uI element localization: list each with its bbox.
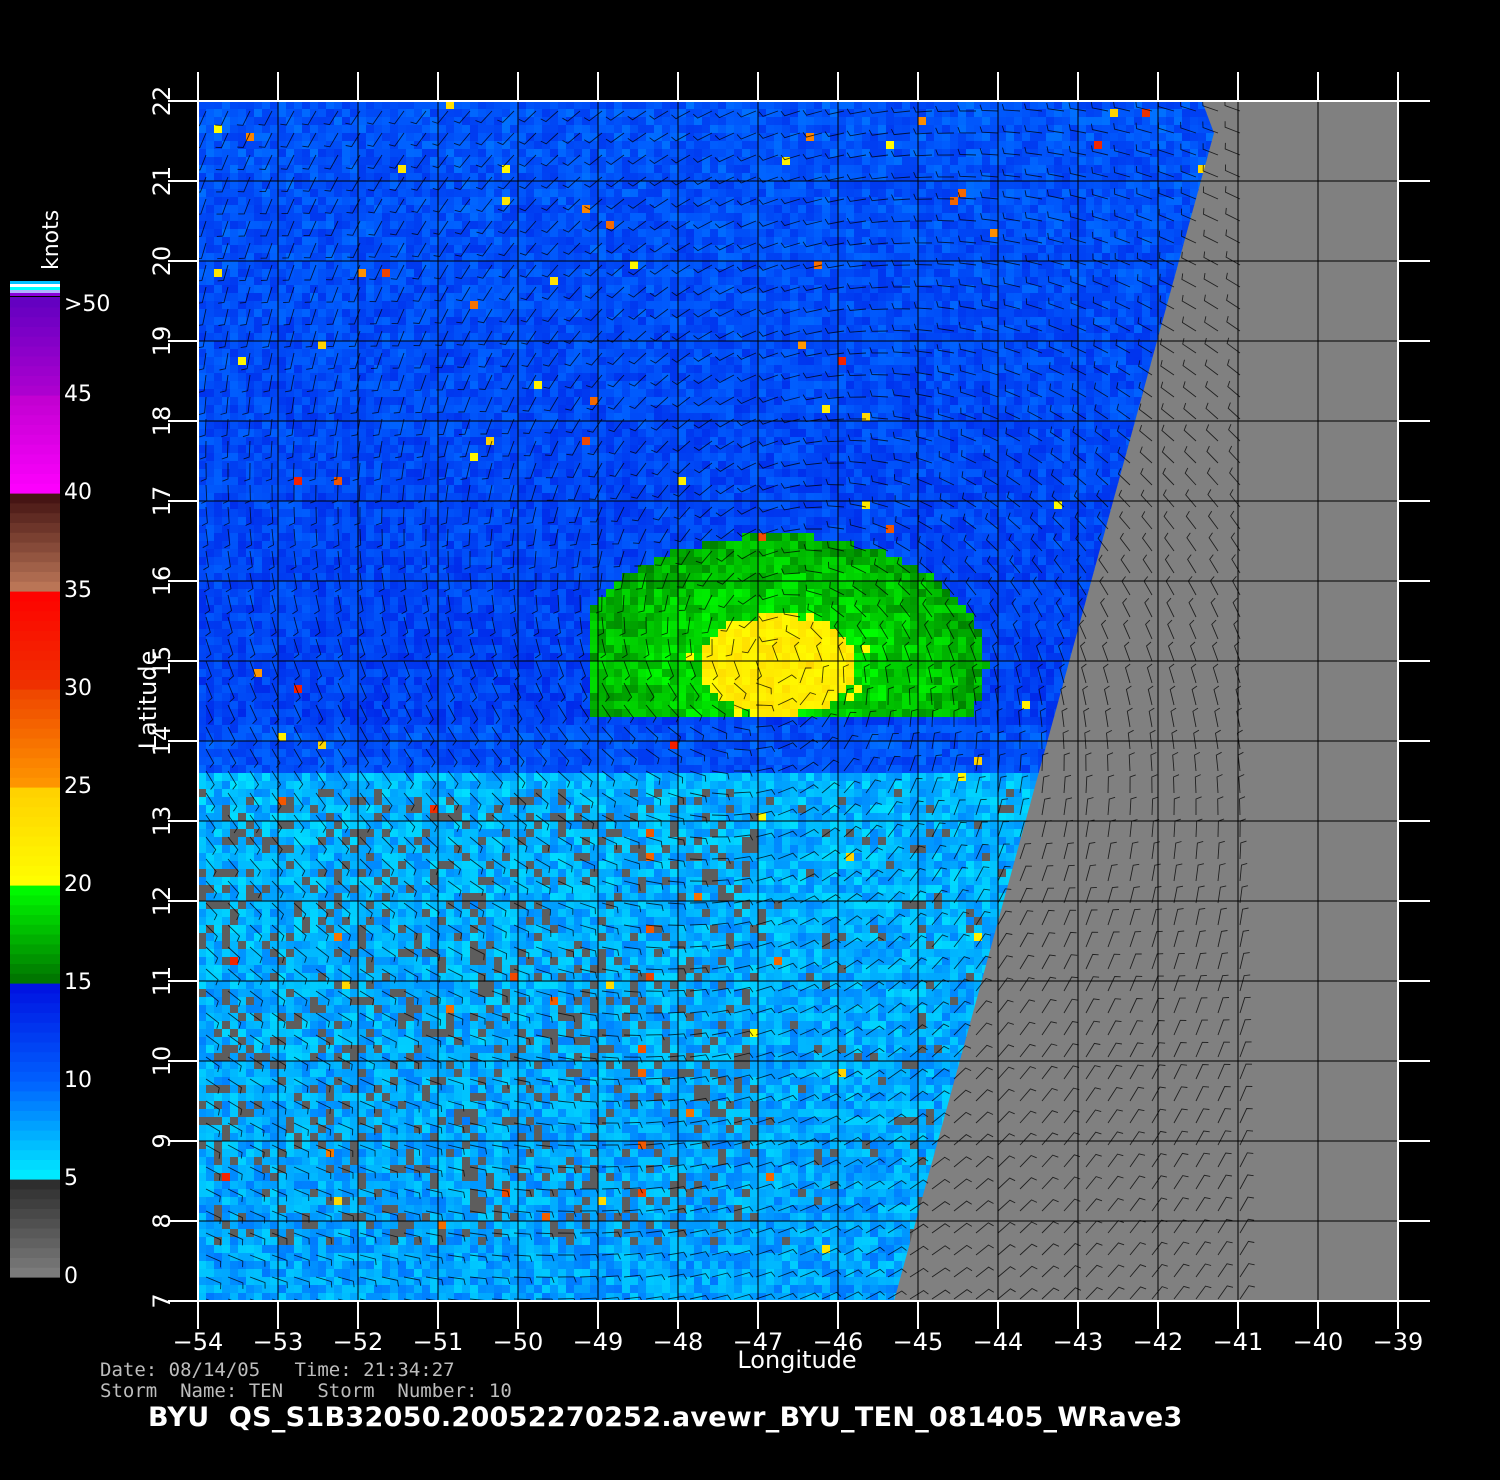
plot-area [198,101,1398,1301]
lon-tick-label: −44 [973,1328,1024,1356]
lon-tick-label: −50 [493,1328,544,1356]
lon-tick-label: −53 [253,1328,304,1356]
file-name: BYU QS_S1B32050.20052270252.avewr_BYU_TE… [148,1402,1183,1433]
lat-tick-label: 19 [148,326,176,357]
colorbar-unit: knots [39,210,64,270]
lon-tick-label: −51 [413,1328,464,1356]
colorbar-tick-label: 25 [64,774,92,799]
lon-tick-label: −45 [893,1328,944,1356]
colorbar-tick-label: 15 [64,970,92,995]
x-axis-title: Longitude [737,1346,856,1374]
lon-tick-label: −41 [1213,1328,1264,1356]
lat-tick-label: 10 [148,1046,176,1077]
colorbar-tick-label: 30 [64,676,92,701]
lon-tick-label: −54 [173,1328,224,1356]
lat-tick-label: 20 [148,246,176,277]
colorbar-tick-label: 35 [64,578,92,603]
colorbar-tick-label: 5 [64,1166,78,1191]
colorbar-tick-label: 40 [64,480,92,505]
lon-tick-label: −48 [653,1328,704,1356]
colorbar-tick-label: >50 [64,292,110,317]
lon-tick-label: −40 [1293,1328,1344,1356]
wind-speed-colorbar: >50 45 40 35 30 25 20 15 10 5 0 knots [10,210,110,1289]
colorbar-tick-label: 0 [64,1264,78,1289]
lat-tick-label: 13 [148,806,176,837]
colorbar-tick-label: 10 [64,1068,92,1093]
colorbar-tick-label: 45 [64,382,92,407]
lon-tick-label: −52 [333,1328,384,1356]
lat-tick-label: 22 [148,86,176,117]
y-axis-title: Latitude [134,651,162,750]
lat-tick-label: 8 [148,1213,176,1228]
lat-tick-label: 9 [148,1133,176,1148]
date-time-line: Date: 08/14/05 Time: 21:34:27 [100,1359,455,1381]
lat-tick-label: 18 [148,406,176,437]
lat-tick-label: 21 [148,166,176,197]
lat-tick-label: 11 [148,966,176,997]
lat-tick-label: 7 [148,1293,176,1308]
lat-tick-label: 12 [148,886,176,917]
storm-line: Storm Name: TEN Storm Number: 10 [100,1380,512,1402]
lon-tick-label: −39 [1373,1328,1424,1356]
colorbar-tick-label: 20 [64,872,92,897]
lat-tick-label: 17 [148,486,176,517]
wind-map-figure: −54 −53 −52 −51 −50 −49 −48 −47 −46 −45 −44 −43 −42−… [10,72,1430,1374]
lon-tick-label: −43 [1053,1328,1104,1356]
lon-tick-label: −49 [573,1328,624,1356]
lat-tick-label: 16 [148,566,176,597]
lon-tick-label: −42 [1133,1328,1184,1356]
